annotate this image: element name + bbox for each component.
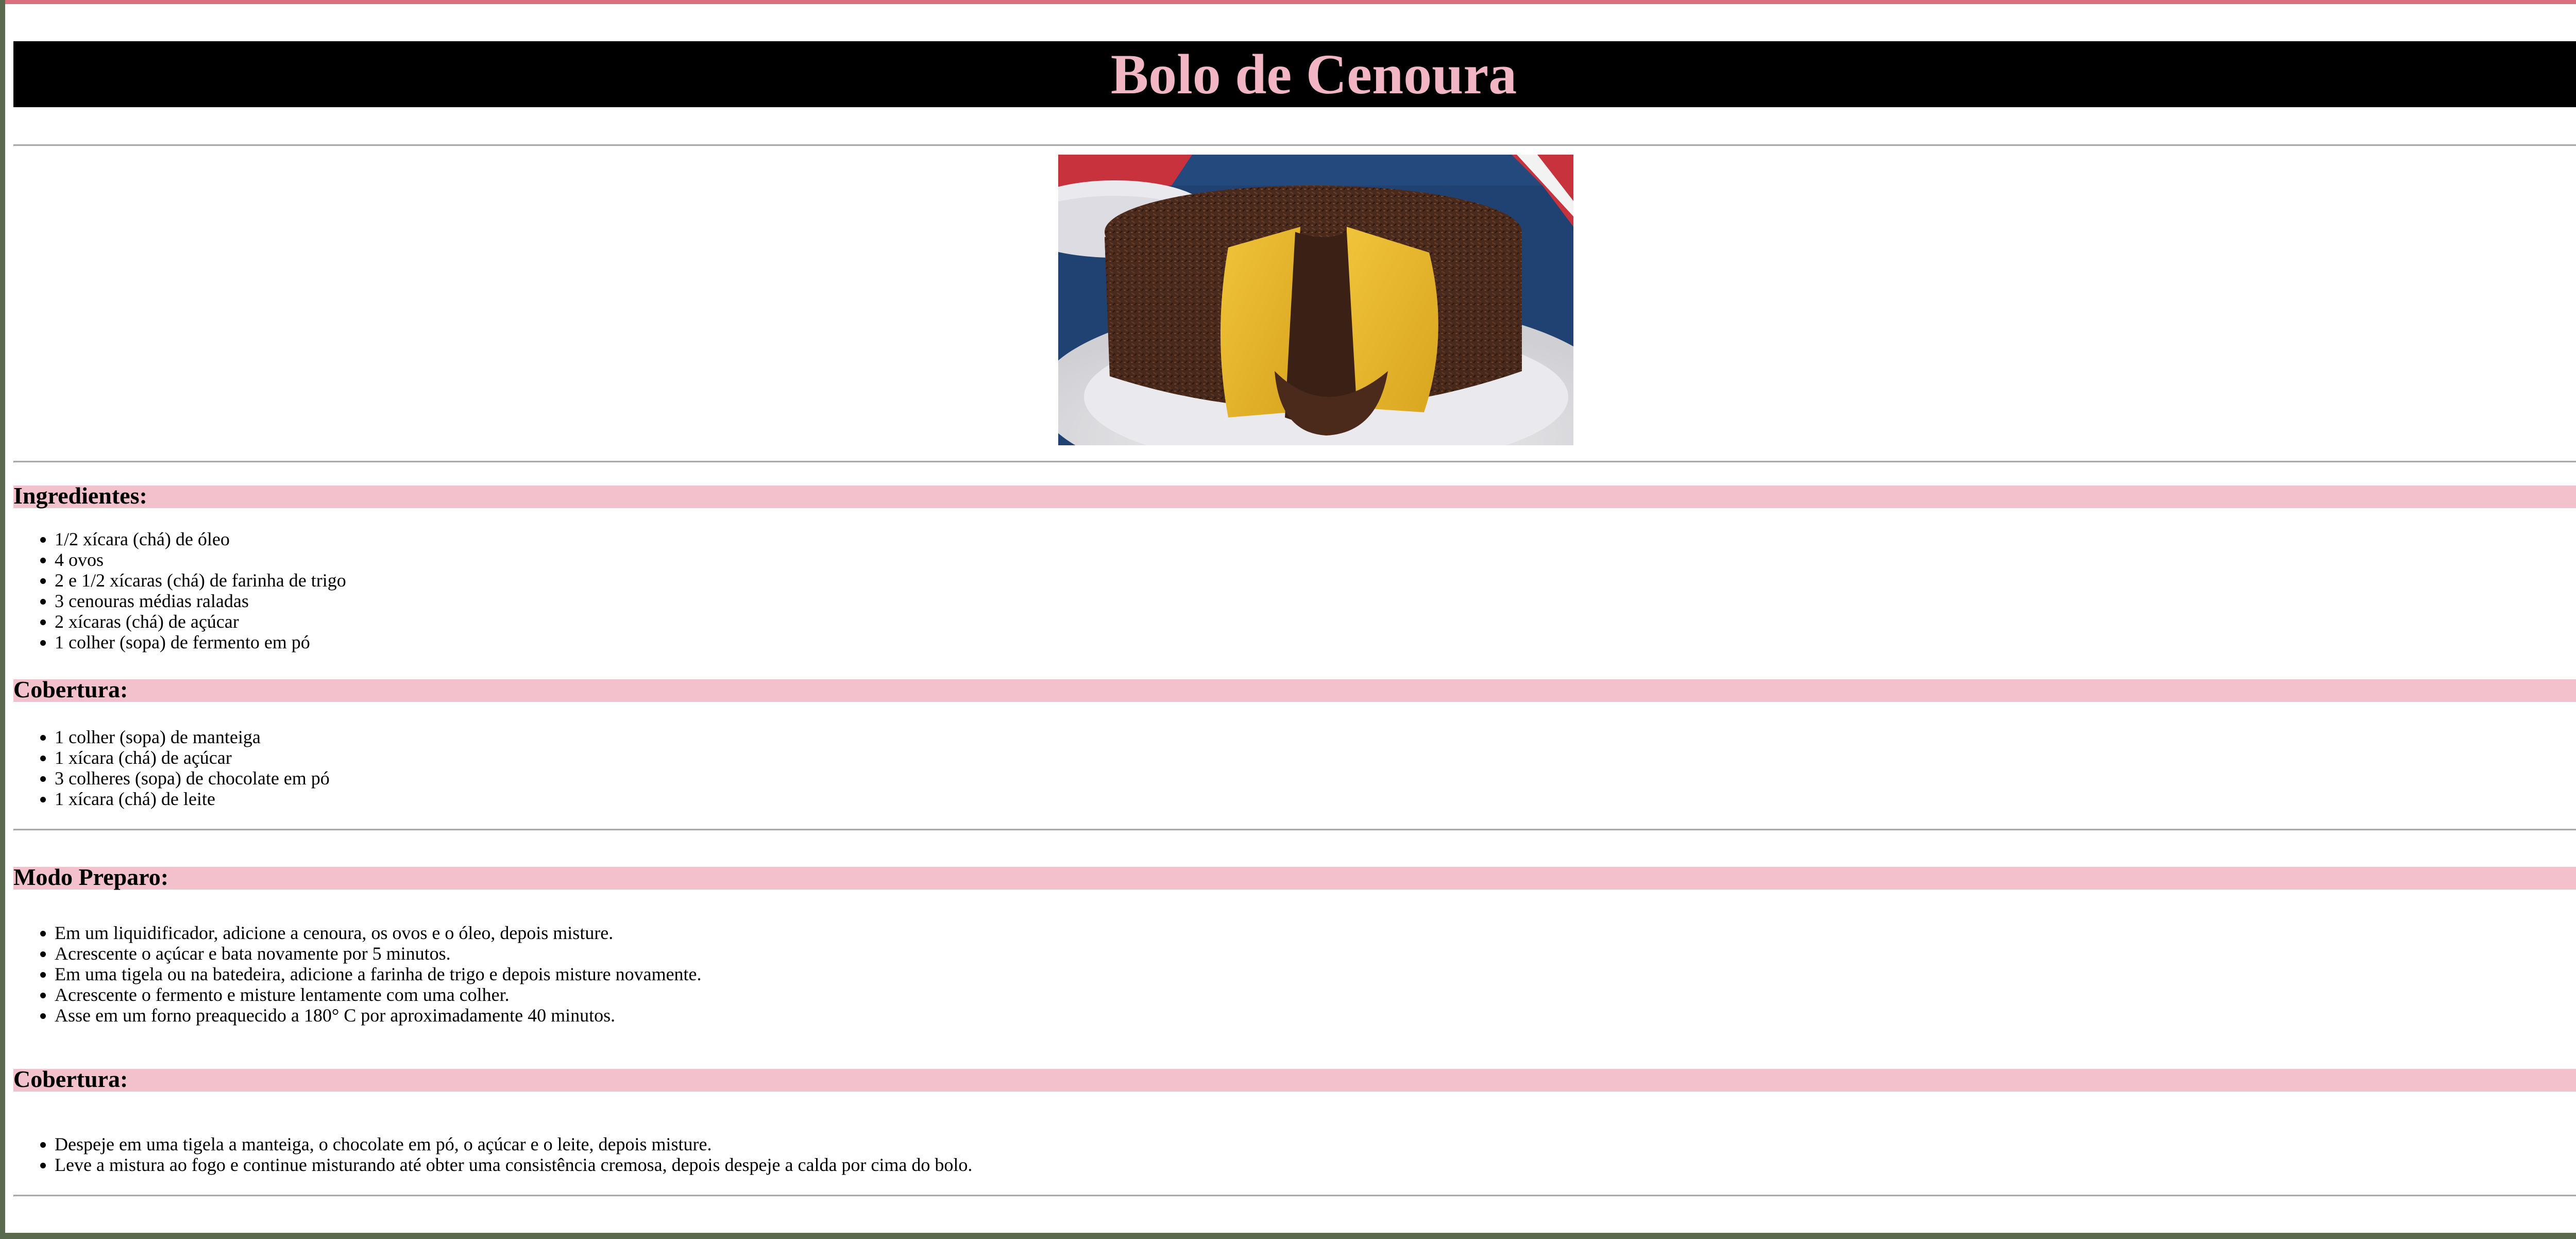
section-heading-bar: Cobertura: <box>13 676 2576 702</box>
list-item: Leve a mistura ao fogo e continue mistur… <box>55 1154 972 1175</box>
cobertura-preparo-heading: Cobertura: <box>13 1066 128 1092</box>
list-item: 1 xícara (chá) de leite <box>55 789 330 809</box>
divider <box>13 461 2576 463</box>
list-item: Acrescente o fermento e misture lentamen… <box>55 984 702 1005</box>
list-item: 2 e 1/2 xícaras (chá) de farinha de trig… <box>55 570 346 591</box>
section-heading-bar: Ingredientes: <box>13 482 2576 509</box>
list-item: Acrescente o açúcar e bata novamente por… <box>55 943 702 964</box>
browser-page: Bolo de Cenoura Ingredientes: • 1/2 xíca… <box>5 0 2576 1233</box>
list-item: Asse em um forno preaquecido a 180° C po… <box>55 1005 702 1026</box>
divider <box>13 144 2576 146</box>
modo-preparo-heading: Modo Preparo: <box>13 864 169 890</box>
list-item: Em uma tigela ou na batedeira, adicione … <box>55 964 702 984</box>
title-banner: Bolo de Cenoura <box>13 41 2576 107</box>
cobertura-heading: Cobertura: <box>13 676 128 702</box>
list-item: Despeje em uma tigela a manteiga, o choc… <box>55 1134 972 1154</box>
ingredientes-heading: Ingredientes: <box>13 482 147 509</box>
ingredientes-list: 1/2 xícara (chá) de óleo 4 ovos 2 e 1/2 … <box>13 529 346 652</box>
list-item: Em um liquidificador, adicione a cenoura… <box>55 923 702 943</box>
list-item: 3 colheres (sopa) de chocolate em pó <box>55 768 330 789</box>
cobertura-preparo-list: Despeje em uma tigela a manteiga, o choc… <box>13 1134 972 1175</box>
section-heading-bar: Cobertura: <box>13 1066 2576 1092</box>
list-item: 3 cenouras médias raladas <box>55 591 346 611</box>
section-heading-bar: Modo Preparo: <box>13 864 2576 890</box>
list-item: 1 colher (sopa) de manteiga <box>55 727 330 747</box>
list-item: 1/2 xícara (chá) de óleo <box>55 529 346 549</box>
cake-image <box>1058 155 1573 445</box>
list-item: 1 colher (sopa) de fermento em pó <box>55 632 346 652</box>
cake-picture <box>1058 155 1573 445</box>
divider <box>13 1195 2576 1197</box>
page-title: Bolo de Cenoura <box>1110 43 1517 106</box>
divider <box>13 829 2576 831</box>
cobertura-ingredientes-list: 1 colher (sopa) de manteiga 1 xícara (ch… <box>13 727 330 809</box>
list-item: 4 ovos <box>55 549 346 570</box>
modo-preparo-list: Em um liquidificador, adicione a cenoura… <box>13 923 702 1026</box>
list-item: 1 xícara (chá) de açúcar <box>55 747 330 768</box>
list-item: 2 xícaras (chá) de açúcar <box>55 611 346 632</box>
